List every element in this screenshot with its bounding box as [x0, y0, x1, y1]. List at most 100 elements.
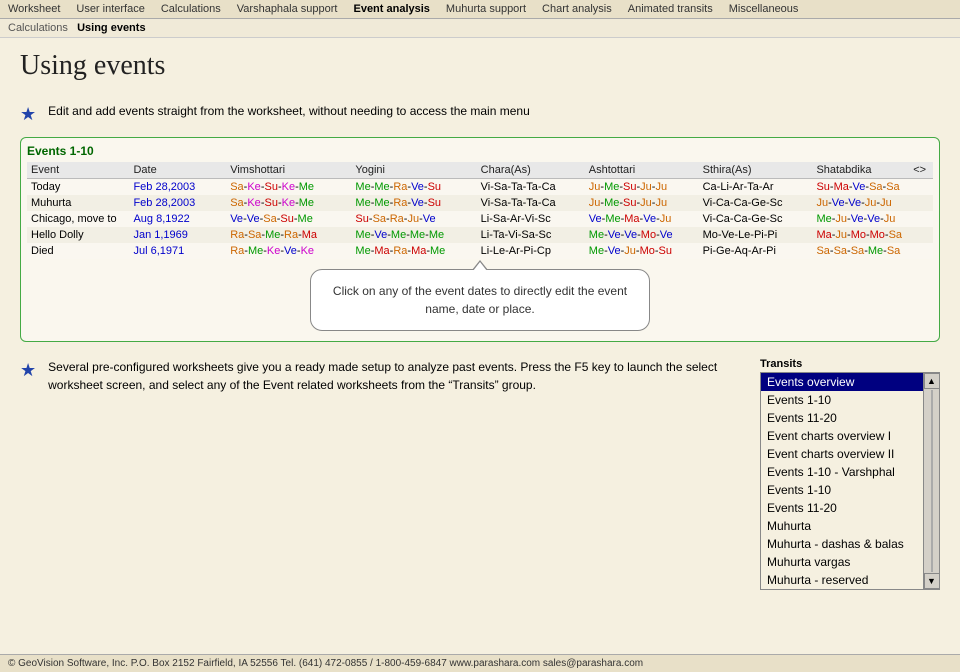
cell-chara: Li-Le-Ar-Pi-Cp — [477, 243, 585, 259]
events-table-body: Today Feb 28,2003 Sa-Ke-Su-Ke-Me Me-Me-R… — [27, 179, 933, 260]
transit-item-event-charts-1[interactable]: Event charts overview I — [761, 427, 923, 445]
star-icon-2: ★ — [20, 360, 36, 381]
cell-sthira: Pi-Ge-Aq-Ar-Pi — [699, 243, 813, 259]
transits-list-container: Events overview Events 1-10 Events 11-20… — [760, 372, 940, 590]
transit-item-events-11-20[interactable]: Events 11-20 — [761, 409, 923, 427]
transit-item-events-varshphal[interactable]: Events 1-10 - Varshphal — [761, 463, 923, 481]
nav-worksheet[interactable]: Worksheet — [6, 2, 62, 16]
cell-ashtot: Me-Ve-Ve-Mo-Ve — [585, 227, 699, 243]
transits-scrollbar[interactable]: ▲ ▼ — [923, 373, 939, 589]
cell-chara: Vi-Sa-Ta-Ta-Ca — [477, 179, 585, 196]
transit-item-muhurta-reserved[interactable]: Muhurta - reserved — [761, 571, 923, 589]
breadcrumb-parent[interactable]: Calculations — [8, 22, 68, 34]
table-row: Chicago, move to Aug 8,1922 Ve-Ve-Sa-Su-… — [27, 211, 933, 227]
cell-yogini: Me-Ma-Ra-Ma-Me — [351, 243, 476, 259]
breadcrumb-current: Using events — [77, 22, 145, 34]
cell-sthira: Mo-Ve-Le-Pi-Pi — [699, 227, 813, 243]
table-row: Died Jul 6,1971 Ra-Me-Ke-Ve-Ke Me-Ma-Ra-… — [27, 243, 933, 259]
scroll-down-button[interactable]: ▼ — [924, 573, 940, 589]
col-header-vims: Vimshottari — [226, 162, 351, 179]
transit-item-muhurta-vargas[interactable]: Muhurta vargas — [761, 553, 923, 571]
transit-item-event-charts-2[interactable]: Event charts overview II — [761, 445, 923, 463]
cell-vims: Sa-Ke-Su-Ke-Me — [226, 195, 351, 211]
cell-sthira: Ca-Li-Ar-Ta-Ar — [699, 179, 813, 196]
transits-panel: Transits Events overview Events 1-10 Eve… — [760, 358, 940, 590]
transit-item-events-1-10[interactable]: Events 1-10 — [761, 391, 923, 409]
section-2-row: ★ Several pre-configured worksheets give… — [20, 358, 740, 590]
events-container: Events 1-10 Event Date Vimshottari Yogin… — [20, 137, 940, 342]
section-2-text: Several pre-configured worksheets give y… — [48, 358, 740, 394]
transits-inner: Events overview Events 1-10 Events 11-20… — [761, 373, 923, 589]
cell-sthira: Vi-Ca-Ca-Ge-Sc — [699, 211, 813, 227]
cell-ashtot: Ju-Me-Su-Ju-Ju — [585, 179, 699, 196]
cell-arrow — [909, 179, 933, 196]
cell-vims: Ve-Ve-Sa-Su-Me — [226, 211, 351, 227]
footer-text: © GeoVision Software, Inc. P.O. Box 2152… — [8, 658, 643, 669]
transit-item-muhurta-dashas[interactable]: Muhurta - dashas & balas — [761, 535, 923, 553]
nav-animated-transits[interactable]: Animated transits — [626, 2, 715, 16]
table-row: Today Feb 28,2003 Sa-Ke-Su-Ke-Me Me-Me-R… — [27, 179, 933, 196]
col-header-chara: Chara(As) — [477, 162, 585, 179]
cell-yogini: Me-Ve-Me-Me-Me — [351, 227, 476, 243]
star-icon-1: ★ — [20, 104, 36, 125]
section-1-text: Edit and add events straight from the wo… — [48, 102, 530, 120]
breadcrumb: Calculations Using events — [0, 19, 960, 38]
page-title: Using events — [20, 50, 940, 82]
cell-date[interactable]: Feb 28,2003 — [129, 195, 226, 211]
cell-shat: Ma-Ju-Mo-Mo-Sa — [812, 227, 909, 243]
table-row: Hello Dolly Jan 1,1969 Ra-Sa-Me-Ra-Ma Me… — [27, 227, 933, 243]
col-header-arrow: <> — [909, 162, 933, 179]
cell-event: Hello Dolly — [27, 227, 129, 243]
transits-title: Transits — [760, 358, 940, 370]
events-table-title: Events 1-10 — [27, 144, 933, 158]
callout-bubble: Click on any of the event dates to direc… — [310, 269, 650, 331]
cell-date[interactable]: Jul 6,1971 — [129, 243, 226, 259]
transit-item-events-11-20b[interactable]: Events 11-20 — [761, 499, 923, 517]
nav-chart-analysis[interactable]: Chart analysis — [540, 2, 614, 16]
cell-ashtot: Me-Ve-Ju-Mo-Su — [585, 243, 699, 259]
cell-date[interactable]: Feb 28,2003 — [129, 179, 226, 196]
nav-calculations[interactable]: Calculations — [159, 2, 223, 16]
transit-item-events-1-10b[interactable]: Events 1-10 — [761, 481, 923, 499]
transit-item-muhurta[interactable]: Muhurta — [761, 517, 923, 535]
col-header-date: Date — [129, 162, 226, 179]
nav-user-interface[interactable]: User interface — [74, 2, 146, 16]
main-content: Using events ★ Edit and add events strai… — [0, 38, 960, 602]
nav-event-analysis[interactable]: Event analysis — [351, 2, 431, 16]
col-header-sthira: Sthira(As) — [699, 162, 813, 179]
cell-chara: Li-Sa-Ar-Vi-Sc — [477, 211, 585, 227]
cell-arrow — [909, 211, 933, 227]
col-header-shat: Shatabdika — [812, 162, 909, 179]
cell-chara: Vi-Sa-Ta-Ta-Ca — [477, 195, 585, 211]
col-header-ashtot: Ashtottari — [585, 162, 699, 179]
cell-vims: Sa-Ke-Su-Ke-Me — [226, 179, 351, 196]
top-navigation: Worksheet User interface Calculations Va… — [0, 0, 960, 19]
cell-shat: Sa-Sa-Sa-Me-Sa — [812, 243, 909, 259]
table-row: Muhurta Feb 28,2003 Sa-Ke-Su-Ke-Me Me-Me… — [27, 195, 933, 211]
cell-date[interactable]: Jan 1,1969 — [129, 227, 226, 243]
nav-varshaphala[interactable]: Varshaphala support — [235, 2, 340, 16]
scroll-track — [931, 390, 933, 572]
cell-event: Chicago, move to — [27, 211, 129, 227]
cell-yogini: Me-Me-Ra-Ve-Su — [351, 179, 476, 196]
cell-shat: Me-Ju-Ve-Ve-Ju — [812, 211, 909, 227]
footer: © GeoVision Software, Inc. P.O. Box 2152… — [0, 654, 960, 672]
cell-ashtot: Ju-Me-Su-Ju-Ju — [585, 195, 699, 211]
nav-miscellaneous[interactable]: Miscellaneous — [727, 2, 801, 16]
cell-date[interactable]: Aug 8,1922 — [129, 211, 226, 227]
cell-chara: Li-Ta-Vi-Sa-Sc — [477, 227, 585, 243]
section-2-container: ★ Several pre-configured worksheets give… — [20, 358, 940, 590]
col-header-yogini: Yogini — [351, 162, 476, 179]
transit-item-events-overview[interactable]: Events overview — [761, 373, 923, 391]
scroll-up-button[interactable]: ▲ — [924, 373, 940, 389]
cell-vims: Ra-Sa-Me-Ra-Ma — [226, 227, 351, 243]
events-table: Event Date Vimshottari Yogini Chara(As) … — [27, 162, 933, 259]
cell-yogini: Me-Me-Ra-Ve-Su — [351, 195, 476, 211]
nav-muhurta[interactable]: Muhurta support — [444, 2, 528, 16]
col-header-event: Event — [27, 162, 129, 179]
cell-event: Muhurta — [27, 195, 129, 211]
cell-yogini: Su-Sa-Ra-Ju-Ve — [351, 211, 476, 227]
cell-event: Died — [27, 243, 129, 259]
cell-event: Today — [27, 179, 129, 196]
section-1: ★ Edit and add events straight from the … — [20, 102, 940, 125]
